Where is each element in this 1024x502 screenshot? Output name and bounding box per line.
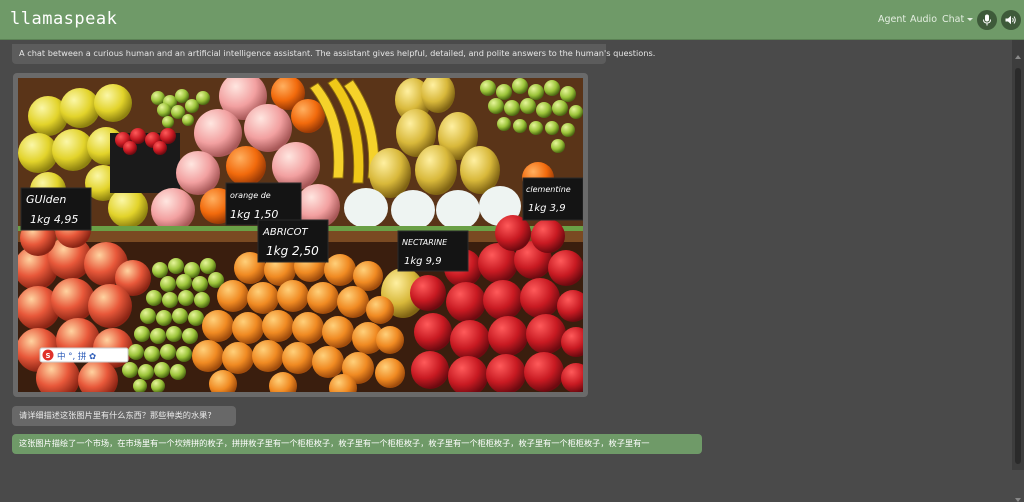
microphone-button[interactable] <box>977 10 997 30</box>
ime-toolbar-text: 中 °, 拼 ✿ <box>57 351 96 362</box>
chat-image-message: GUlden 1kg 4,95 orange de 1kg 1,50 ABRIC… <box>13 73 588 397</box>
sign-3-line2: 1kg 2,50 <box>266 244 319 258</box>
chevron-down-icon <box>967 18 974 21</box>
sign-2-line1: orange de <box>230 191 271 200</box>
scroll-up-arrow-icon[interactable] <box>1015 55 1021 59</box>
nav-chat-dropdown[interactable]: Chat <box>942 14 974 25</box>
scrollbar-thumb[interactable] <box>1015 68 1021 464</box>
microphone-icon <box>983 14 991 26</box>
sign-1-line2: 1kg 4,95 <box>30 213 78 226</box>
system-prompt-message: A chat between a curious human and an ar… <box>12 44 655 64</box>
nav-audio-link[interactable]: Audio <box>910 14 937 25</box>
speaker-icon <box>1005 15 1016 25</box>
nav-chat-label: Chat <box>942 14 965 25</box>
nav-agent-link[interactable]: Agent <box>878 14 906 25</box>
speaker-button[interactable] <box>1001 10 1021 30</box>
sign-2-line2: 1kg 1,50 <box>230 208 278 221</box>
scroll-down-arrow-icon[interactable] <box>1015 498 1021 502</box>
navbar: llamaspeak Agent Audio Chat <box>0 0 1024 40</box>
ime-toolbar[interactable]: S 中 °, 拼 ✿ <box>39 347 129 363</box>
sign-4-line2: 1kg 9,9 <box>404 256 442 267</box>
sign-5-line1: clementine <box>526 185 571 194</box>
sign-4-line1: NECTARINE <box>402 238 448 247</box>
sign-5-line2: 1kg 3,9 <box>528 203 566 214</box>
sign-3-line1: ABRICOT <box>262 227 308 238</box>
user-message: 请详细描述这张图片里有什么东西？那些种类的水果? <box>12 406 236 426</box>
chat-history: A chat between a curious human and an ar… <box>10 40 1010 470</box>
app-title[interactable]: llamaspeak <box>10 9 117 29</box>
assistant-message: 这张图片描绘了一个市场，在市场里有一个坎辨拼的枚子，拼拼枚子里有一个柜柜枚子，枚… <box>12 434 702 454</box>
fruit-market-image: GUlden 1kg 4,95 orange de 1kg 1,50 ABRIC… <box>18 78 583 392</box>
chat-scrollbar[interactable] <box>1012 40 1024 502</box>
sign-1-line1: GUlden <box>26 193 66 206</box>
svg-text:S: S <box>46 352 51 360</box>
